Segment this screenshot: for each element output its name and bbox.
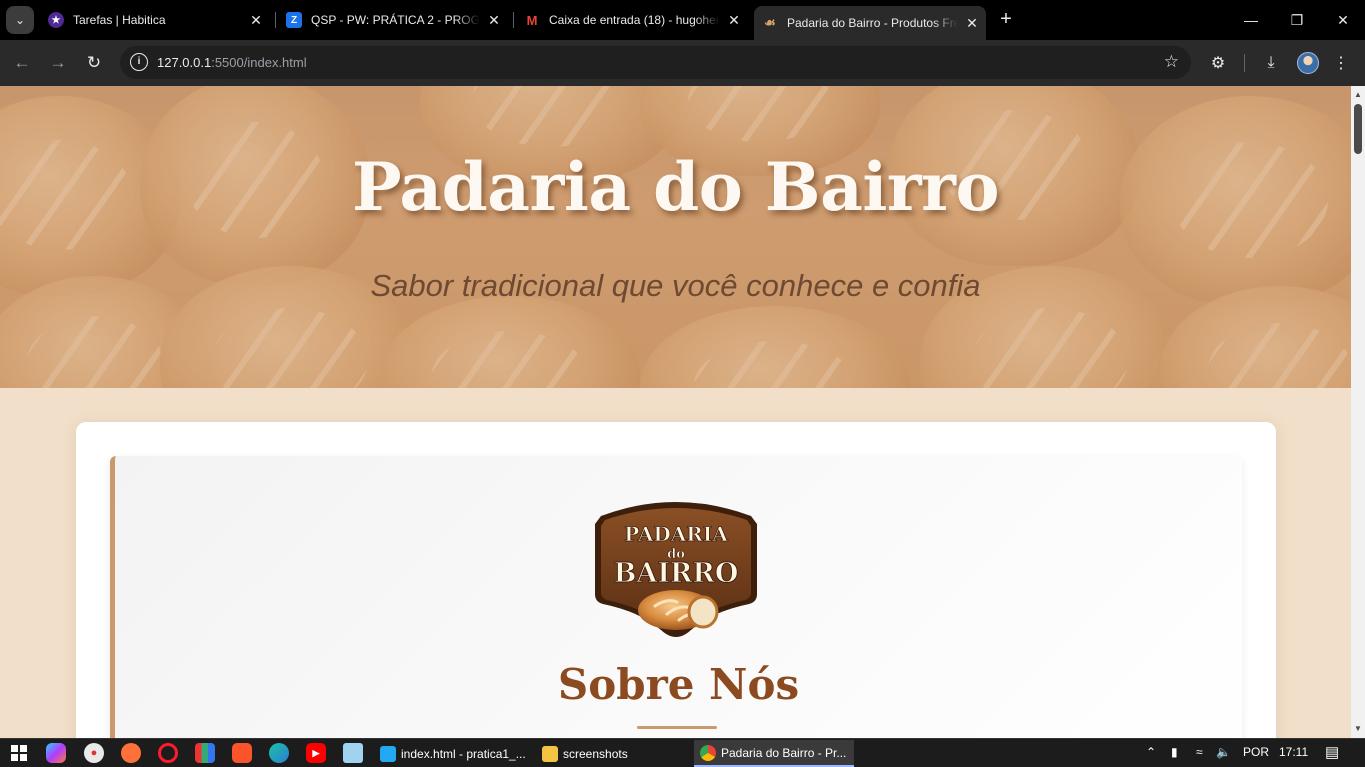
taskbar-app-label: index.html - pratica1_... [401, 746, 526, 761]
brave-icon[interactable] [232, 743, 252, 763]
taskbar-app-chrome[interactable]: Padaria do Bairro - Pr... [694, 740, 854, 767]
menu-dots-icon[interactable]: ⋮ [1328, 50, 1354, 76]
tab-qsp[interactable]: Z QSP - PW: PRÁTICA 2 - PROGRAMAÇÃO ✕ [278, 6, 508, 34]
forward-button[interactable]: → [44, 49, 72, 77]
minimize-button[interactable]: — [1228, 0, 1274, 40]
windows-start-icon[interactable] [9, 743, 29, 763]
address-bar[interactable]: i 127.0.0.1:5500/index.html ☆ [120, 46, 1191, 79]
logo-text-line3: BAIRRO [614, 558, 739, 589]
chevron-down-icon: ⌄ [14, 13, 26, 27]
hero-overlay [0, 86, 1351, 388]
tab-title: Tarefas | Habitica [73, 13, 166, 27]
edge-icon[interactable] [269, 743, 289, 763]
taskbar-app-vscode[interactable]: index.html - pratica1_... [374, 740, 534, 767]
volume-icon[interactable]: 🔈 [1216, 745, 1231, 759]
tab-padaria[interactable]: ☙ Padaria do Bairro - Produtos Frescos ✕ [754, 6, 986, 40]
reload-button[interactable]: ↻ [80, 49, 108, 77]
tab-title: Caixa de entrada (18) - hugohenrique [549, 13, 720, 27]
vscode-icon [380, 745, 396, 762]
tab-search-button[interactable]: ⌄ [6, 6, 34, 34]
title-underline [637, 726, 717, 729]
habitica-icon: ★ [48, 12, 64, 28]
battery-icon[interactable]: ▮ [1171, 745, 1178, 759]
section-title: Sobre Nós [557, 660, 800, 709]
url-host: 127.0.0.1 [157, 55, 212, 70]
about-section: PADARIA do BAIRRO Sobre Nós [110, 456, 1242, 738]
bookmark-star-icon[interactable]: ☆ [1164, 52, 1179, 72]
page-viewport: Padaria do Bairro Sabor tradicional que … [0, 86, 1351, 738]
close-icon[interactable]: ✕ [486, 12, 502, 29]
new-tab-button[interactable]: + [994, 8, 1018, 32]
minimize-icon: — [1244, 12, 1258, 28]
scroll-up-arrow-icon[interactable]: ▲ [1351, 88, 1365, 102]
wifi-icon[interactable]: ≈ [1196, 745, 1203, 759]
notepad-icon[interactable] [343, 743, 363, 763]
logo-text-line1: PADARIA [624, 522, 728, 546]
arrow-right-icon: → [49, 53, 67, 72]
hero-subtitle: Sabor tradicional que você conhece e con… [370, 268, 981, 303]
hero-title: Padaria do Bairro [352, 148, 999, 226]
taskbar-app-label: Padaria do Bairro - Pr... [721, 745, 847, 760]
restore-button[interactable]: ❐ [1274, 0, 1320, 40]
browser-toolbar: ← → ↻ i 127.0.0.1:5500/index.html ☆ ⚙ ⤓ … [0, 40, 1365, 86]
language-indicator[interactable]: POR [1243, 745, 1269, 759]
tray-chevron-icon[interactable]: ⌃ [1146, 745, 1156, 759]
copilot-icon[interactable] [46, 743, 66, 763]
arrow-left-icon: ← [13, 53, 31, 72]
bakery-icon: ☙ [764, 15, 776, 30]
opera-icon[interactable] [158, 743, 178, 763]
tab-separator [513, 12, 514, 28]
close-icon[interactable]: ✕ [964, 15, 980, 32]
folder-icon [542, 745, 558, 762]
close-icon[interactable]: ✕ [248, 12, 264, 29]
url-path: :5500/index.html [211, 55, 307, 70]
profile-avatar[interactable] [1297, 52, 1319, 74]
qsp-icon: Z [286, 12, 302, 28]
back-button[interactable]: ← [8, 49, 36, 77]
gmail-icon: M [526, 12, 538, 28]
windows-taskbar: ● ▶ index.html - pratica1_... screenshot… [0, 738, 1365, 767]
restore-icon: ❐ [1290, 11, 1304, 28]
taskbar-app-label: screenshots [563, 746, 628, 761]
url-text[interactable]: 127.0.0.1:5500/index.html [157, 55, 307, 70]
tab-strip: ⌄ ★ Tarefas | Habitica ✕ Z QSP - PW: PRÁ… [0, 0, 1365, 40]
app-icon[interactable]: ● [84, 743, 104, 763]
hero-banner: Padaria do Bairro Sabor tradicional que … [0, 86, 1351, 388]
close-window-button[interactable]: ✕ [1320, 0, 1365, 40]
tab-title: QSP - PW: PRÁTICA 2 - PROGRAMAÇÃO [311, 13, 480, 27]
about-card: PADARIA do BAIRRO Sobre Nós [76, 422, 1276, 738]
scrollbar-thumb[interactable] [1354, 104, 1362, 154]
tab-habitica[interactable]: ★ Tarefas | Habitica ✕ [40, 6, 270, 34]
page-scrollbar[interactable]: ▲ ▼ [1351, 86, 1365, 738]
bakery-logo: PADARIA do BAIRRO [595, 502, 757, 637]
close-icon: ✕ [1337, 11, 1349, 28]
chrome-icon [700, 744, 716, 761]
youtube-icon[interactable]: ▶ [306, 743, 326, 763]
tab-separator [275, 12, 276, 28]
download-icon[interactable]: ⤓ [1258, 50, 1284, 76]
tab-gmail[interactable]: M Caixa de entrada (18) - hugohenrique ✕ [516, 6, 748, 34]
scroll-down-arrow-icon[interactable]: ▼ [1351, 722, 1365, 736]
app-icon[interactable] [195, 743, 215, 763]
reload-icon: ↻ [86, 53, 102, 72]
notifications-icon[interactable]: ▤ [1325, 743, 1339, 761]
firefox-icon[interactable] [121, 743, 141, 763]
site-info-icon[interactable]: i [130, 53, 148, 71]
taskbar-app-explorer[interactable]: screenshots [536, 740, 686, 767]
close-icon[interactable]: ✕ [726, 12, 742, 29]
extensions-icon[interactable]: ⚙ [1205, 50, 1231, 76]
clock[interactable]: 17:11 [1279, 745, 1308, 759]
toolbar-separator [1244, 54, 1245, 72]
tab-title: Padaria do Bairro - Produtos Frescos [787, 16, 958, 30]
